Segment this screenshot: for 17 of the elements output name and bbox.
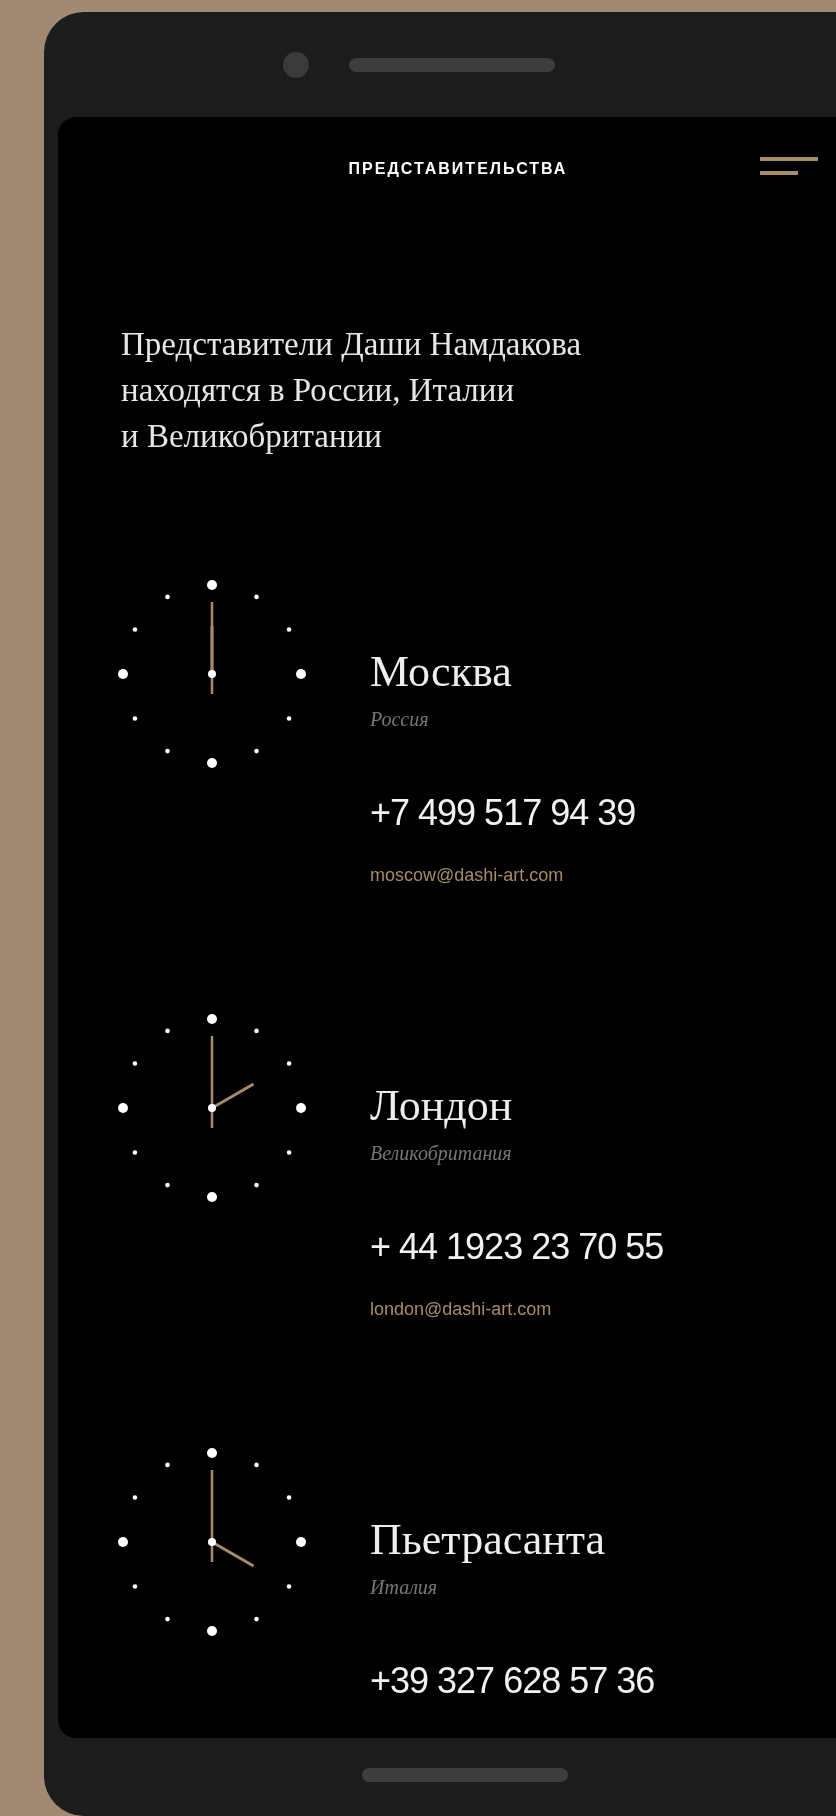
clock-icon <box>118 1014 306 1202</box>
city-name: Пьетрасанта <box>370 1514 606 1566</box>
page-title: ПРЕДСТАВИТЕЛЬСТВА <box>348 160 568 177</box>
country-name: Великобритания <box>370 1141 512 1167</box>
city-name: Лондон <box>370 1080 513 1132</box>
phone-number: +7 499 517 94 39 <box>370 791 636 835</box>
email-link[interactable]: moscow@dashi-art.com <box>370 862 564 889</box>
city-name: Москва <box>370 646 512 698</box>
phone-number: +39 327 628 57 36 <box>370 1659 655 1703</box>
country-name: Россия <box>370 707 429 732</box>
country-name: Италия <box>370 1575 438 1600</box>
phone-number: + 44 1923 23 70 55 <box>370 1225 664 1269</box>
email-link[interactable]: london@dashi-art.com <box>370 1296 552 1323</box>
clock-icon <box>118 580 306 768</box>
clock-icon <box>118 1448 306 1636</box>
camera-dot <box>283 51 309 78</box>
intro-paragraph: Представители Даши Намдакова находятся в России, Италии и Великобритании <box>121 325 583 456</box>
